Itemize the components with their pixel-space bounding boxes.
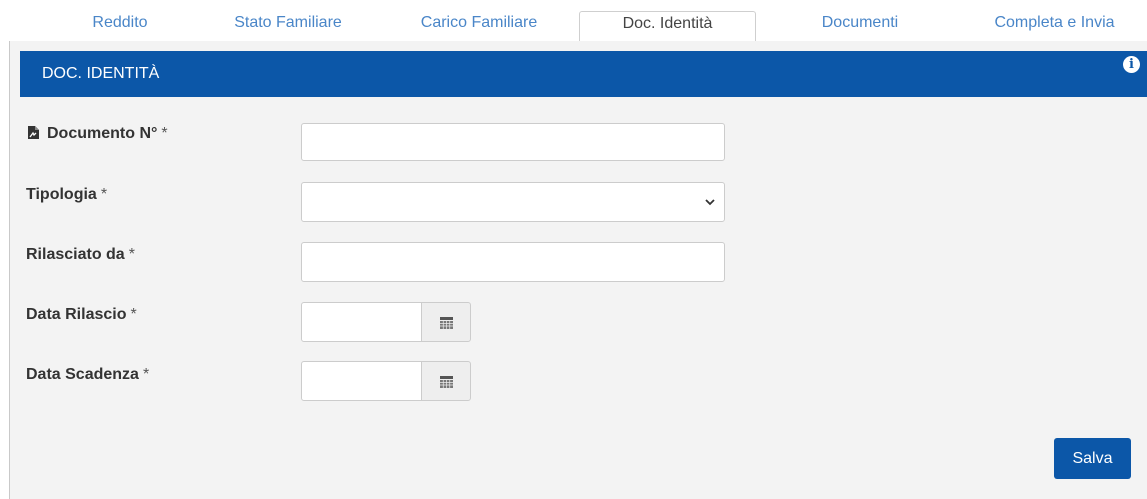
data-scadenza-calendar-button[interactable] (421, 361, 471, 401)
tab-carico-familiare[interactable]: Carico Familiare (405, 0, 553, 41)
tab-completa-e-invia[interactable]: Completa e Invia (982, 0, 1127, 41)
data-rilascio-calendar-button[interactable] (421, 302, 471, 342)
tipologia-label: Tipologia * (26, 186, 108, 203)
save-button[interactable]: Salva (1054, 438, 1131, 479)
tab-bar: Reddito Stato Familiare Carico Familiare… (0, 0, 1147, 42)
tipologia-select[interactable] (301, 182, 725, 222)
tab-doc-identita[interactable]: Doc. Identità (579, 11, 756, 42)
doc-identita-panel: DOC. IDENTITÀ i Documento N° * Tipologia *… (9, 41, 1147, 499)
calendar-icon (440, 376, 453, 388)
data-rilascio-label: Data Rilascio * (26, 306, 137, 323)
tab-documenti[interactable]: Documenti (805, 0, 915, 41)
panel-title: DOC. IDENTITÀ (42, 65, 160, 82)
calendar-icon (440, 317, 453, 329)
data-scadenza-input[interactable] (301, 361, 422, 401)
document-sign-icon (28, 126, 39, 139)
data-scadenza-label: Data Scadenza * (26, 366, 150, 383)
info-icon[interactable]: i (1123, 56, 1140, 73)
tab-stato-familiare[interactable]: Stato Familiare (218, 0, 358, 41)
documento-label: Documento N° * (26, 125, 168, 143)
chevron-down-icon (705, 199, 715, 206)
rilasciato-da-label: Rilasciato da * (26, 246, 135, 263)
data-rilascio-input[interactable] (301, 302, 422, 342)
rilasciato-da-input[interactable] (301, 242, 725, 282)
tab-reddito[interactable]: Reddito (78, 0, 162, 41)
documento-number-input[interactable] (301, 123, 725, 161)
panel-header: DOC. IDENTITÀ i (20, 51, 1147, 97)
